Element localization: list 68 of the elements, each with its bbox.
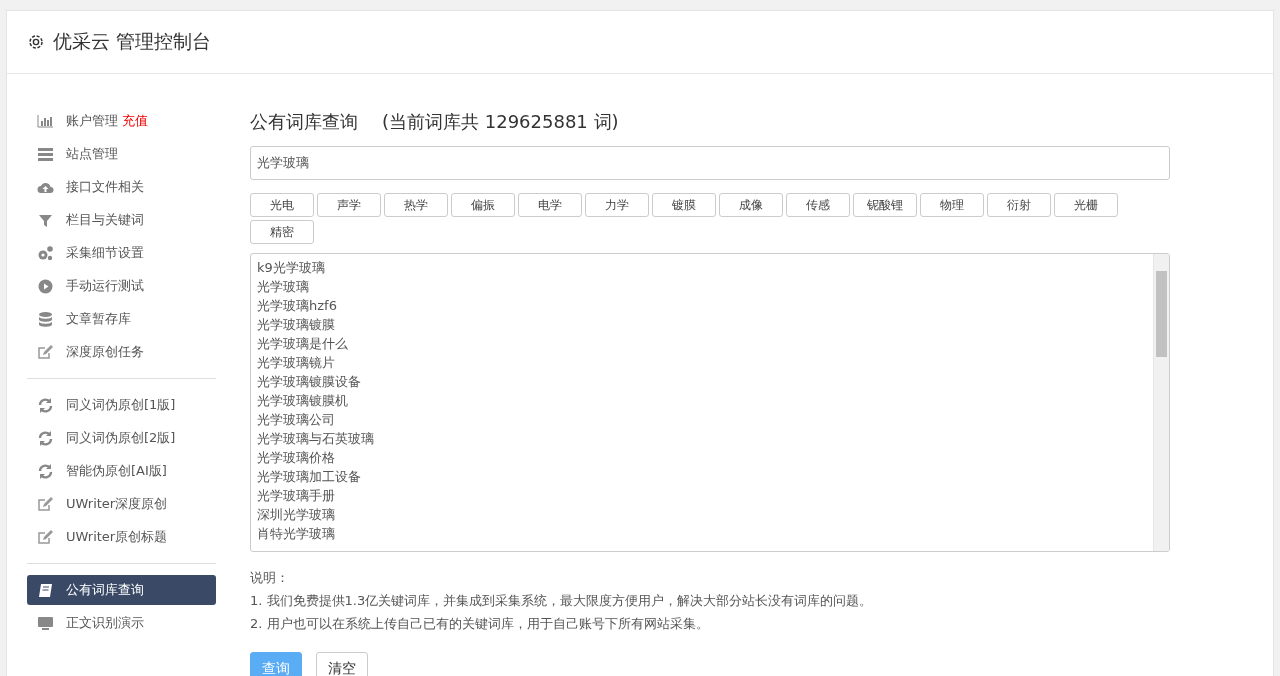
result-line: 光学玻璃镀膜机 (257, 392, 349, 410)
tag-button[interactable]: 热学 (384, 193, 448, 217)
sidebar-item[interactable]: 文章暂存库 (27, 304, 216, 334)
server-icon (37, 145, 54, 163)
result-line: 光学玻璃是什么 (257, 335, 349, 353)
sidebar-item[interactable]: 站点管理 (27, 139, 216, 169)
result-line: 光学玻璃 (257, 278, 310, 296)
sidebar-item[interactable]: UWriter原创标题 (27, 522, 216, 552)
result-line: 肖特光学玻璃 (257, 525, 336, 543)
sidebar-item[interactable]: 正文识别演示 (27, 608, 216, 638)
book-icon (37, 581, 54, 599)
result-line: 光学玻璃加工设备 (257, 468, 362, 486)
edit-icon (37, 495, 54, 513)
page-title: 公有词库查询 (250, 110, 358, 134)
sidebar-item[interactable]: UWriter深度原创 (27, 489, 216, 519)
result-line: 光学玻璃手册 (257, 487, 336, 505)
play-icon (37, 277, 54, 295)
word-count: (当前词库共 129625881 词) (382, 110, 619, 134)
scrollbar[interactable] (1153, 254, 1169, 551)
sidebar-item[interactable]: 手动运行测试 (27, 271, 216, 301)
monitor-icon (37, 614, 54, 632)
sidebar-item[interactable]: 栏目与关键词 (27, 205, 216, 235)
console-title: 优采云 管理控制台 (53, 29, 212, 54)
sidebar-item[interactable]: 账户管理 充值 (27, 106, 216, 136)
clear-button[interactable]: 清空 (316, 652, 368, 676)
tag-button[interactable]: 铌酸锂 (853, 193, 917, 217)
settings-icon (27, 33, 45, 51)
tag-button[interactable]: 衍射 (987, 193, 1051, 217)
note-text: 2. 用户也可以在系统上传自己已有的关键词库，用于自己账号下所有网站采集。 (250, 615, 710, 633)
sidebar-item[interactable]: 深度原创任务 (27, 337, 216, 367)
refresh-icon (37, 429, 54, 447)
edit-icon (37, 343, 54, 361)
chart-icon (37, 112, 54, 130)
result-line: 深圳光学玻璃 (257, 506, 336, 524)
tag-button[interactable]: 精密 (250, 220, 314, 244)
tag-button[interactable]: 光电 (250, 193, 314, 217)
database-icon (37, 310, 54, 328)
tag-button[interactable]: 电学 (518, 193, 582, 217)
search-field[interactable]: 光学玻璃 (250, 146, 1170, 180)
sidebar-item[interactable]: 同义词伪原创[1版] (27, 390, 216, 420)
gears-icon (37, 244, 54, 262)
edit-icon (37, 528, 54, 546)
tag-button[interactable]: 光栅 (1054, 193, 1118, 217)
result-line: 光学玻璃镀膜设备 (257, 373, 362, 391)
sidebar-item[interactable]: 同义词伪原创[2版] (27, 423, 216, 453)
result-line: 光学玻璃与石英玻璃 (257, 430, 375, 448)
result-line: 光学玻璃镀膜 (257, 316, 336, 334)
result-line: 光学玻璃hzf6 (257, 297, 338, 315)
tag-button[interactable]: 物理 (920, 193, 984, 217)
tag-button[interactable]: 声学 (317, 193, 381, 217)
tag-button[interactable]: 成像 (719, 193, 783, 217)
refresh-icon (37, 462, 54, 480)
result-line: k9光学玻璃 (257, 259, 326, 277)
tag-button[interactable]: 力学 (585, 193, 649, 217)
result-line: 光学玻璃价格 (257, 449, 336, 467)
refresh-icon (37, 396, 54, 414)
sidebar-item[interactable]: 采集细节设置 (27, 238, 216, 268)
tag-button[interactable]: 传感 (786, 193, 850, 217)
note-text: 1. 我们免费提供1.3亿关键词库，并集成到采集系统，最大限度方便用户，解决大部分站长没有词库的问题。 (250, 592, 874, 610)
sidebar-item[interactable]: 接口文件相关 (27, 172, 216, 202)
tag-button[interactable]: 镀膜 (652, 193, 716, 217)
results-box[interactable]: k9光学玻璃 光学玻璃 光学玻璃hzf6 光学玻璃镀膜 光学玻璃是什么 光学玻璃镜片 光学玻璃镀膜设备 光学玻璃镀膜机 光学玻璃公司 光学玻璃与石英玻璃 光学玻璃价格 光学玻璃加工设备 光学玻璃手册 深圳光学玻璃 肖特光学玻璃 (250, 253, 1170, 552)
result-line: 光学玻璃镜片 (257, 354, 336, 372)
tag-button[interactable]: 偏振 (451, 193, 515, 217)
note-text: 说明： (250, 569, 290, 587)
sidebar-item[interactable]: 公有词库查询 (27, 575, 216, 605)
result-line: 光学玻璃公司 (257, 411, 336, 429)
sidebar-item[interactable]: 智能伪原创[AI版] (27, 456, 216, 486)
